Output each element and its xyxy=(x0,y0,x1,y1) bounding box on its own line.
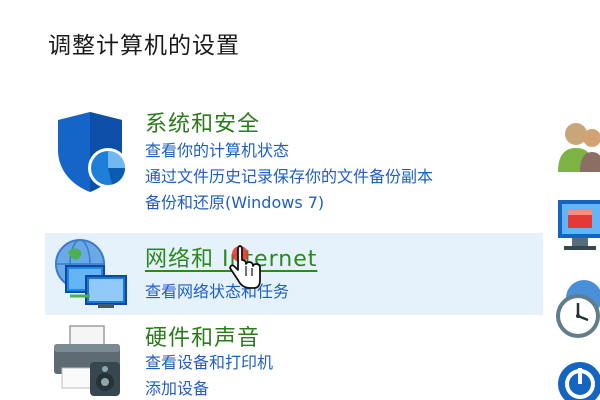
category-system-security: 系统和安全 查看你的计算机状态 通过文件历史记录保存你的文件备份副本 备份和还原… xyxy=(0,100,560,228)
shield-icon[interactable] xyxy=(50,110,134,194)
ease-of-access-icon[interactable] xyxy=(554,360,600,400)
right-column xyxy=(550,110,600,400)
control-panel: 调整计算机的设置 系统和安全 查看你的计算机状态 通过文件历史记录保存你的文件备… xyxy=(0,0,600,400)
user-accounts-icon[interactable] xyxy=(554,116,600,176)
network-icon[interactable] xyxy=(50,236,134,320)
link-add-device[interactable]: 添加设备 xyxy=(145,376,273,400)
category-title-security[interactable]: 系统和安全 xyxy=(145,106,260,138)
link-view-devices-printers[interactable]: 查看设备和打印机 xyxy=(145,350,273,376)
link-backup-restore[interactable]: 备份和还原(Windows 7) xyxy=(145,190,433,216)
clock-icon[interactable] xyxy=(554,278,600,338)
category-hardware-sound: 硬件和声音 查看设备和打印机 添加设备 xyxy=(0,318,560,400)
hand-cursor-icon xyxy=(228,244,262,292)
category-network-internet[interactable]: 网络和 Internet 查看网络状态和任务 xyxy=(45,233,543,315)
printer-icon[interactable] xyxy=(50,324,134,400)
link-view-computer-status[interactable]: 查看你的计算机状态 xyxy=(145,138,433,164)
link-view-network-status[interactable]: 查看网络状态和任务 xyxy=(145,279,289,305)
link-file-history-backup[interactable]: 通过文件历史记录保存你的文件备份副本 xyxy=(145,164,433,190)
page-title: 调整计算机的设置 xyxy=(48,33,240,59)
appearance-icon[interactable] xyxy=(554,196,600,256)
category-title-hardware[interactable]: 硬件和声音 xyxy=(145,320,260,352)
